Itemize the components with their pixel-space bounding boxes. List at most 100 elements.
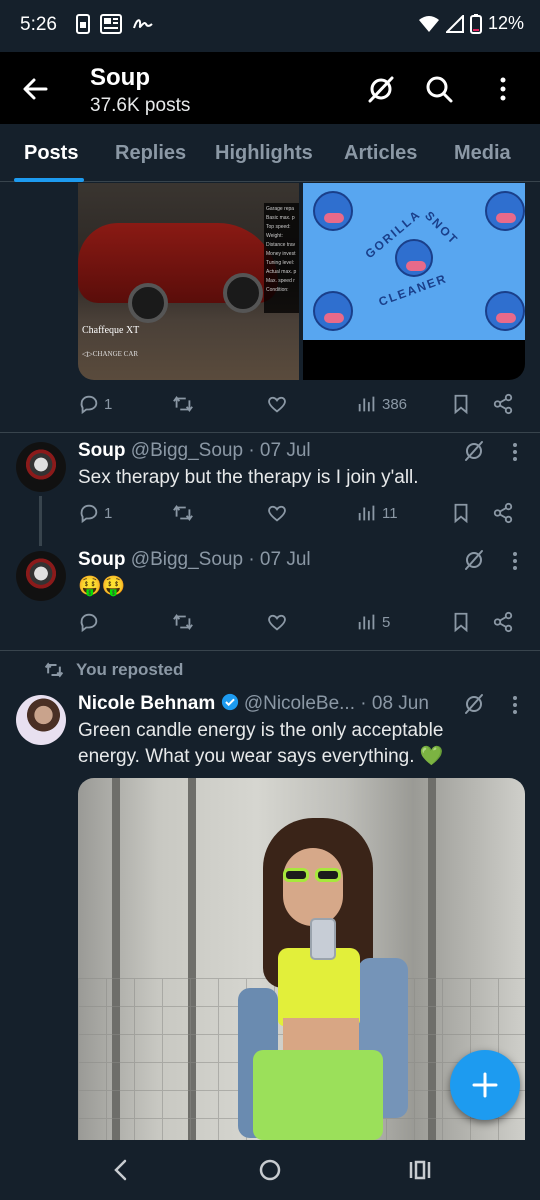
post-text: Green candle energy is the only acceptab… [78, 718, 518, 770]
repost-indicator: You reposted [44, 660, 183, 680]
bookmark-button[interactable] [450, 502, 472, 524]
signal-icon [445, 14, 464, 33]
grok-icon[interactable] [366, 74, 396, 104]
car-wheel [223, 273, 263, 313]
avatar[interactable] [16, 695, 66, 745]
like-button[interactable] [266, 502, 288, 524]
views-icon [358, 614, 375, 630]
car-wheel [128, 283, 168, 323]
view-count: 11 [382, 504, 398, 522]
monkey-figure [485, 191, 525, 231]
thread-connector [39, 496, 42, 546]
reply-count: 1 [104, 395, 113, 413]
more-options-icon[interactable] [505, 440, 525, 464]
heart-icon [268, 614, 286, 631]
post-media-grid[interactable]: Garage repa Basic max. p Top speed: Weig… [78, 183, 525, 380]
verified-badge-icon [221, 693, 238, 711]
post-divider [0, 432, 540, 433]
tab-replies[interactable]: Replies [115, 142, 186, 165]
monkey-figure [485, 291, 525, 331]
nav-back-icon[interactable] [110, 1158, 132, 1182]
nav-recents-icon[interactable] [408, 1158, 432, 1182]
status-notification-icons [76, 14, 154, 34]
post-text: 🤑🤑 [78, 576, 126, 597]
active-tab-indicator [14, 178, 84, 182]
post-date: · 07 Jul [248, 549, 311, 570]
post-header: Soup @Bigg_Soup · 07 Jul [78, 549, 311, 571]
share-button[interactable] [492, 611, 514, 633]
view-count: 386 [382, 395, 408, 413]
post-date: · 07 Jul [248, 440, 311, 461]
share-icon [493, 393, 513, 415]
author-name[interactable]: Soup [78, 549, 126, 570]
status-time: 5:26 [20, 14, 57, 35]
author-handle[interactable]: @Bigg_Soup [131, 549, 243, 570]
grok-icon[interactable] [463, 693, 485, 715]
grok-icon[interactable] [463, 549, 485, 571]
photo-subject-face [283, 848, 343, 926]
share-button[interactable] [492, 502, 514, 524]
status-bar: 5:26 12% [0, 0, 540, 52]
reply-button[interactable] [78, 611, 100, 633]
monkey-figure [395, 239, 433, 277]
reply-icon [80, 395, 98, 415]
sim-card-icon [76, 14, 90, 34]
compose-button[interactable] [450, 1050, 520, 1120]
like-button[interactable] [266, 393, 288, 415]
avatar[interactable] [16, 551, 66, 601]
repost-button[interactable] [172, 502, 194, 524]
system-nav-bar [0, 1140, 540, 1200]
share-button[interactable] [492, 393, 514, 415]
profile-tabs: Posts Replies Highlights Articles Media [0, 124, 540, 182]
more-options-icon[interactable] [505, 693, 525, 717]
sunglasses [283, 868, 343, 882]
tab-highlights[interactable]: Highlights [215, 142, 313, 165]
views-button[interactable]: 11 [356, 502, 398, 524]
nav-home-icon[interactable] [258, 1158, 282, 1182]
more-vertical-icon[interactable] [488, 74, 518, 104]
reply-button[interactable]: 1 [78, 393, 112, 415]
heart-icon [268, 396, 286, 413]
tab-media[interactable]: Media [454, 142, 511, 165]
bookmark-button[interactable] [450, 611, 472, 633]
author-handle[interactable]: @Bigg_Soup [131, 440, 243, 461]
tab-articles[interactable]: Articles [344, 142, 417, 165]
share-icon [493, 611, 513, 633]
views-button[interactable]: 5 [356, 611, 390, 633]
author-handle[interactable]: @NicoleBe... [244, 693, 355, 714]
repost-label: You reposted [76, 660, 184, 679]
status-system-icons: 12% [418, 13, 524, 34]
post-text: Sex therapy but the therapy is I join y'… [78, 467, 419, 488]
reply-icon [80, 613, 98, 633]
tab-posts[interactable]: Posts [24, 142, 78, 165]
monkey-figure [313, 191, 353, 231]
post-header: Soup @Bigg_Soup · 07 Jul [78, 440, 311, 462]
post-divider [0, 650, 540, 651]
like-button[interactable] [266, 611, 288, 633]
wifi-icon [418, 15, 439, 32]
post-count: 37.6K posts [90, 95, 191, 116]
change-car-caption: ◁▷CHANGE CAR [82, 350, 139, 358]
more-options-icon[interactable] [505, 549, 525, 573]
post-date: · 08 Jun [360, 693, 429, 714]
signature-icon [133, 19, 153, 29]
views-icon [358, 396, 375, 412]
search-icon[interactable] [424, 74, 454, 104]
grok-icon[interactable] [463, 440, 485, 462]
avatar[interactable] [16, 442, 66, 492]
midriff [283, 1018, 359, 1052]
reply-button[interactable]: 1 [78, 502, 112, 524]
gorilla-logo-image[interactable]: GORILLA SNOT CLEANER [303, 183, 525, 380]
author-name[interactable]: Nicole Behnam [78, 693, 215, 714]
heart-icon [268, 505, 286, 522]
bookmark-icon [454, 612, 468, 633]
author-name[interactable]: Soup [78, 440, 126, 461]
car-game-image[interactable]: Garage repa Basic max. p Top speed: Weig… [78, 183, 299, 380]
bookmark-button[interactable] [450, 393, 472, 415]
monkey-figure [313, 291, 353, 331]
post-action-bar: 1 11 [78, 502, 518, 530]
repost-button[interactable] [172, 393, 194, 415]
views-button[interactable]: 386 [356, 393, 407, 415]
back-arrow-icon[interactable] [20, 74, 50, 104]
repost-button[interactable] [172, 611, 194, 633]
